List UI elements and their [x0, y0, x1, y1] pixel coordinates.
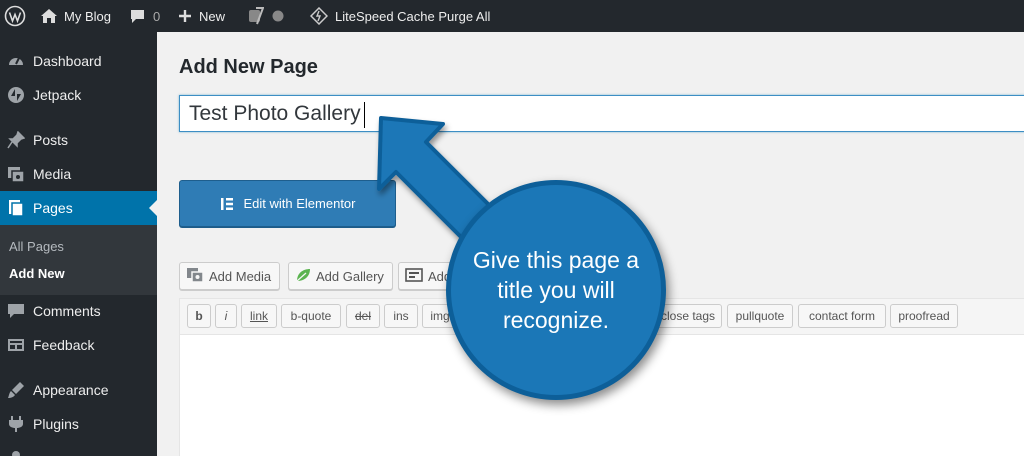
callout-bubble: Give this page a title you will recogniz… — [446, 180, 666, 400]
callout-text: Give this page a title you will recogniz… — [472, 247, 640, 333]
